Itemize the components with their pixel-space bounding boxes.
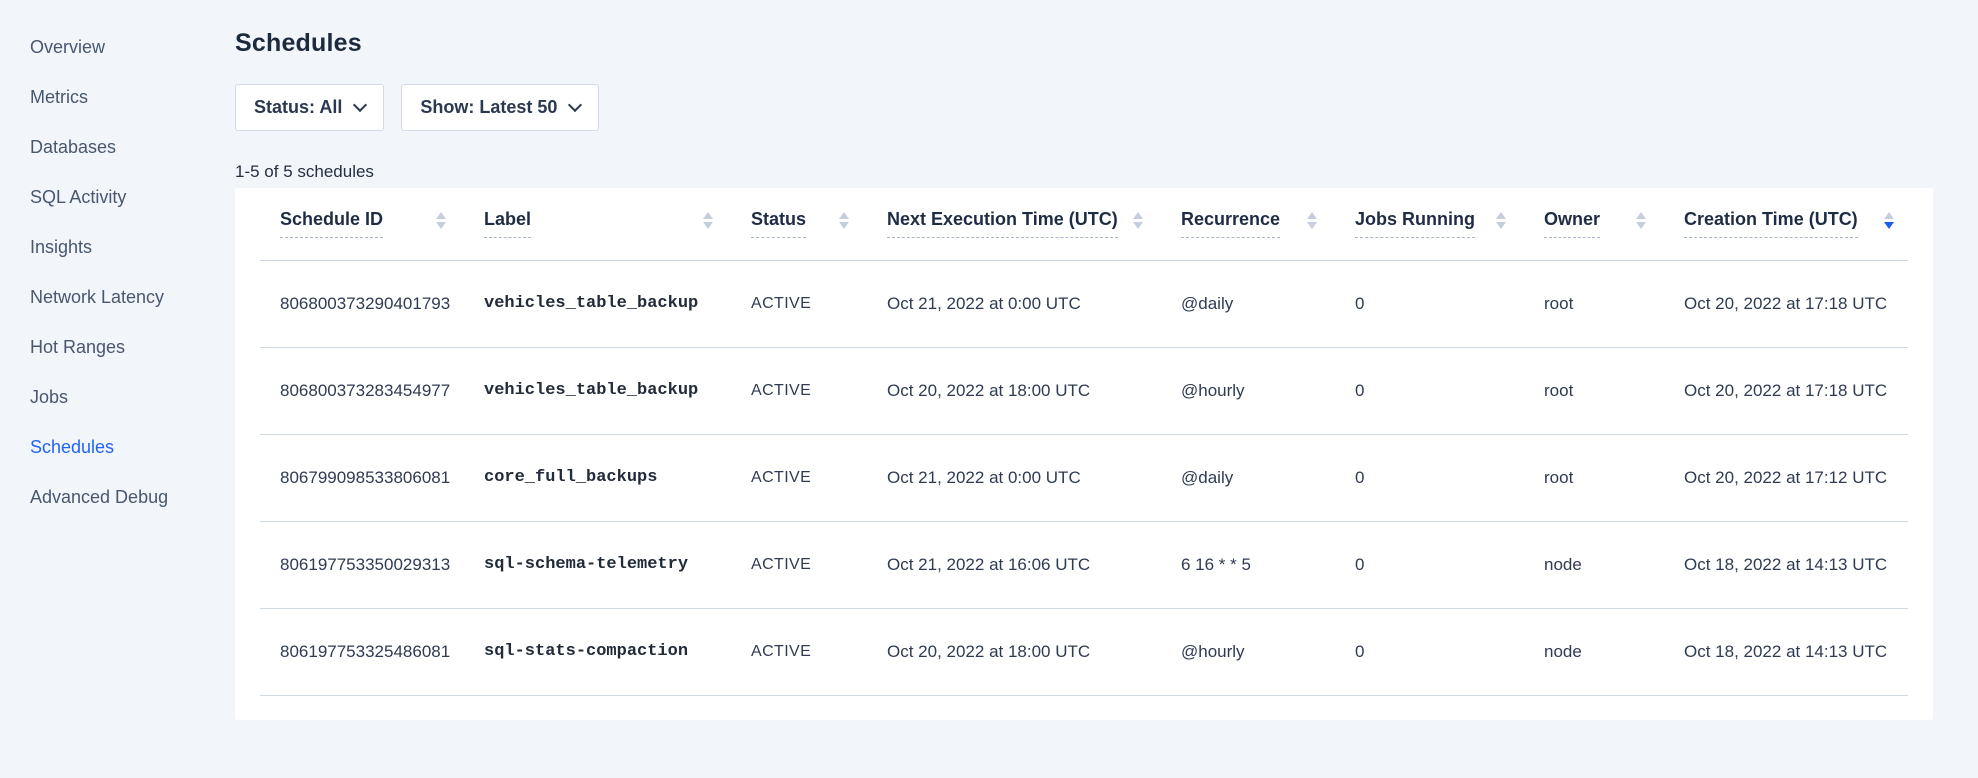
owner-cell: node <box>1544 608 1684 695</box>
recurrence-cell: @daily <box>1181 260 1355 347</box>
schedule-id-cell: 806197753325486081 <box>260 608 484 695</box>
schedule-id-cell: 806197753350029313 <box>260 521 484 608</box>
schedules-page: Overview Metrics Databases SQL Activity … <box>0 0 1978 778</box>
sidebar-item-network-latency[interactable]: Network Latency <box>0 272 235 322</box>
page-title: Schedules <box>235 28 1978 58</box>
creation-time-cell: Oct 18, 2022 at 14:13 UTC <box>1684 608 1908 695</box>
jobs-running-cell: 0 <box>1355 260 1544 347</box>
owner-cell: root <box>1544 347 1684 434</box>
table-header-row: Schedule ID Label Status Next Execu <box>260 188 1908 260</box>
label-cell: core_full_backups <box>484 434 751 521</box>
jobs-running-cell: 0 <box>1355 347 1544 434</box>
table-row[interactable]: 806800373283454977 vehicles_table_backup… <box>260 347 1908 434</box>
schedules-table: Schedule ID Label Status Next Execu <box>260 188 1908 696</box>
sort-icon[interactable] <box>1496 212 1506 229</box>
next-execution-cell: Oct 20, 2022 at 18:00 UTC <box>887 608 1181 695</box>
recurrence-cell: @daily <box>1181 434 1355 521</box>
owner-cell: root <box>1544 260 1684 347</box>
column-header-schedule-id[interactable]: Schedule ID <box>260 188 484 260</box>
sidebar-item-overview[interactable]: Overview <box>0 22 235 72</box>
next-execution-cell: Oct 20, 2022 at 18:00 UTC <box>887 347 1181 434</box>
show-filter-dropdown[interactable]: Show: Latest 50 <box>401 84 599 131</box>
column-header-status[interactable]: Status <box>751 188 887 260</box>
recurrence-cell: 6 16 * * 5 <box>1181 521 1355 608</box>
status-cell: ACTIVE <box>751 260 887 347</box>
column-header-label[interactable]: Label <box>484 188 751 260</box>
sort-icon[interactable] <box>436 212 446 229</box>
sidebar-item-databases[interactable]: Databases <box>0 122 235 172</box>
schedule-id-cell: 806800373290401793 <box>260 260 484 347</box>
status-cell: ACTIVE <box>751 347 887 434</box>
jobs-running-cell: 0 <box>1355 608 1544 695</box>
sort-icon[interactable] <box>1307 212 1317 229</box>
status-filter-dropdown[interactable]: Status: All <box>235 84 384 131</box>
status-cell: ACTIVE <box>751 434 887 521</box>
table-row[interactable]: 806197753350029313 sql-schema-telemetry … <box>260 521 1908 608</box>
sidebar-item-sql-activity[interactable]: SQL Activity <box>0 172 235 222</box>
chevron-down-icon <box>353 97 367 111</box>
label-cell: vehicles_table_backup <box>484 347 751 434</box>
table-row[interactable]: 806197753325486081 sql-stats-compaction … <box>260 608 1908 695</box>
next-execution-cell: Oct 21, 2022 at 0:00 UTC <box>887 260 1181 347</box>
jobs-running-cell: 0 <box>1355 434 1544 521</box>
jobs-running-cell: 0 <box>1355 521 1544 608</box>
sidebar-item-jobs[interactable]: Jobs <box>0 372 235 422</box>
schedule-id-cell: 806799098533806081 <box>260 434 484 521</box>
creation-time-cell: Oct 18, 2022 at 14:13 UTC <box>1684 521 1908 608</box>
label-cell: sql-schema-telemetry <box>484 521 751 608</box>
next-execution-cell: Oct 21, 2022 at 0:00 UTC <box>887 434 1181 521</box>
schedule-id-cell: 806800373283454977 <box>260 347 484 434</box>
creation-time-cell: Oct 20, 2022 at 17:18 UTC <box>1684 260 1908 347</box>
table-row[interactable]: 806800373290401793 vehicles_table_backup… <box>260 260 1908 347</box>
chevron-down-icon <box>568 97 582 111</box>
sort-icon-descending[interactable] <box>1884 212 1894 229</box>
owner-cell: node <box>1544 521 1684 608</box>
column-header-owner[interactable]: Owner <box>1544 188 1684 260</box>
creation-time-cell: Oct 20, 2022 at 17:18 UTC <box>1684 347 1908 434</box>
recurrence-cell: @hourly <box>1181 347 1355 434</box>
schedules-table-card: Schedule ID Label Status Next Execu <box>235 188 1933 720</box>
sidebar-item-hot-ranges[interactable]: Hot Ranges <box>0 322 235 372</box>
status-cell: ACTIVE <box>751 608 887 695</box>
next-execution-cell: Oct 21, 2022 at 16:06 UTC <box>887 521 1181 608</box>
sort-icon[interactable] <box>1133 212 1143 229</box>
column-header-creation-time[interactable]: Creation Time (UTC) <box>1684 188 1908 260</box>
table-row[interactable]: 806799098533806081 core_full_backups ACT… <box>260 434 1908 521</box>
results-count: 1-5 of 5 schedules <box>235 162 1978 182</box>
filter-bar: Status: All Show: Latest 50 <box>235 84 1978 131</box>
sort-icon[interactable] <box>1636 212 1646 229</box>
label-cell: sql-stats-compaction <box>484 608 751 695</box>
sidebar: Overview Metrics Databases SQL Activity … <box>0 0 235 778</box>
show-filter-label: Show: Latest 50 <box>420 97 557 118</box>
sort-icon[interactable] <box>703 212 713 229</box>
label-cell: vehicles_table_backup <box>484 260 751 347</box>
status-cell: ACTIVE <box>751 521 887 608</box>
sidebar-item-metrics[interactable]: Metrics <box>0 72 235 122</box>
sidebar-item-insights[interactable]: Insights <box>0 222 235 272</box>
creation-time-cell: Oct 20, 2022 at 17:12 UTC <box>1684 434 1908 521</box>
column-header-jobs-running[interactable]: Jobs Running <box>1355 188 1544 260</box>
column-header-recurrence[interactable]: Recurrence <box>1181 188 1355 260</box>
recurrence-cell: @hourly <box>1181 608 1355 695</box>
sidebar-item-advanced-debug[interactable]: Advanced Debug <box>0 472 235 522</box>
column-header-next-execution-time[interactable]: Next Execution Time (UTC) <box>887 188 1181 260</box>
owner-cell: root <box>1544 434 1684 521</box>
main-content: Schedules Status: All Show: Latest 50 1-… <box>235 0 1978 778</box>
status-filter-label: Status: All <box>254 97 342 118</box>
sort-icon[interactable] <box>839 212 849 229</box>
sidebar-item-schedules[interactable]: Schedules <box>0 422 235 472</box>
